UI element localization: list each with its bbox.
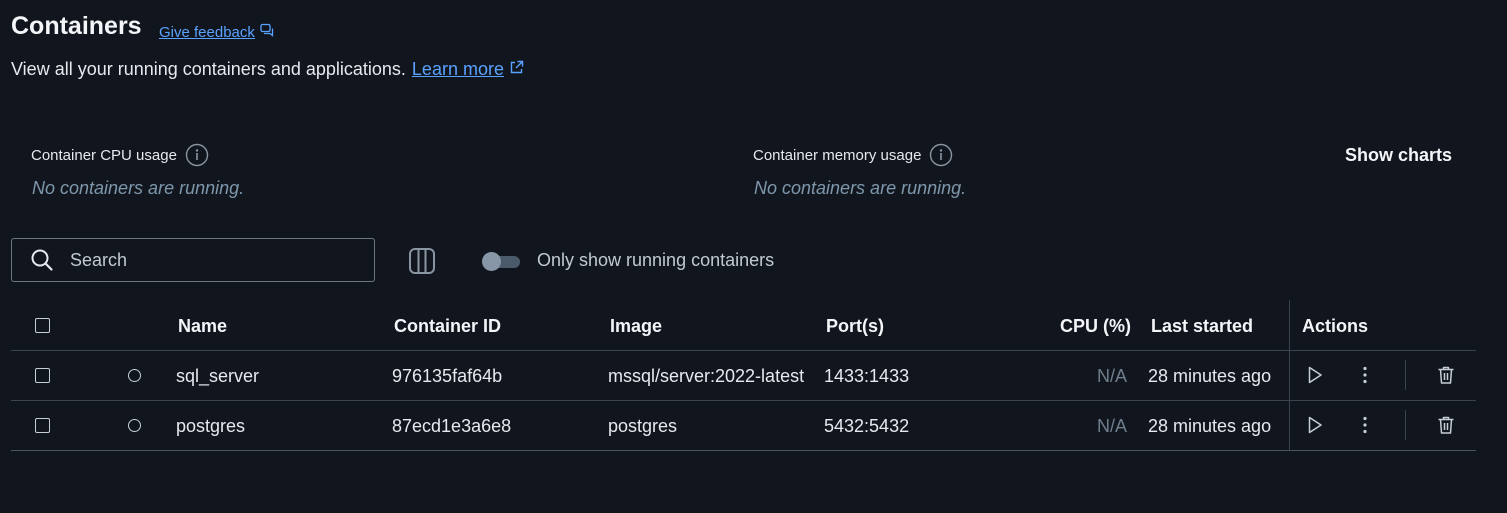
search-icon: [30, 248, 54, 272]
cpu-usage-label: Container CPU usage: [31, 146, 177, 164]
feedback-chat-icon: [260, 23, 274, 41]
container-name-link[interactable]: postgres: [176, 416, 245, 437]
info-icon[interactable]: [185, 143, 209, 167]
play-icon[interactable]: [1305, 415, 1325, 435]
search-box[interactable]: [11, 238, 375, 282]
container-cpu: N/A: [1097, 366, 1128, 386]
more-vertical-icon[interactable]: [1355, 365, 1375, 385]
column-header-container-id[interactable]: Container ID: [394, 316, 501, 337]
column-header-last-started[interactable]: Last started: [1151, 316, 1253, 337]
give-feedback-label: Give feedback: [159, 23, 255, 41]
learn-more-link[interactable]: Learn more: [412, 59, 524, 80]
status-indicator-icon: [128, 369, 141, 382]
column-header-actions: Actions: [1302, 316, 1369, 336]
column-header-ports[interactable]: Port(s): [826, 316, 884, 337]
container-image-link[interactable]: mssql/server:2022-latest: [608, 366, 804, 387]
column-header-cpu[interactable]: CPU (%): [1060, 316, 1131, 337]
cpu-usage-stat: Container CPU usage: [31, 143, 209, 167]
trash-icon[interactable]: [1436, 415, 1456, 435]
action-divider: [1405, 360, 1406, 390]
memory-usage-label: Container memory usage: [753, 146, 922, 164]
container-name-link[interactable]: sql_server: [176, 366, 259, 387]
select-all-checkbox[interactable]: [35, 318, 50, 333]
table-bottom-border: [11, 450, 1476, 451]
memory-usage-stat: Container memory usage: [753, 143, 953, 167]
subtitle-text: View all your running containers and app…: [11, 59, 406, 79]
trash-icon[interactable]: [1436, 365, 1456, 385]
only-running-toggle[interactable]: [482, 251, 520, 271]
container-id[interactable]: 87ecd1e3a6e8: [392, 416, 511, 437]
give-feedback-link[interactable]: Give feedback: [159, 23, 274, 41]
page-subtitle: View all your running containers and app…: [11, 59, 524, 80]
more-vertical-icon[interactable]: [1355, 415, 1375, 435]
container-image-link[interactable]: postgres: [608, 416, 677, 437]
container-id[interactable]: 976135faf64b: [392, 366, 502, 387]
learn-more-label: Learn more: [411, 59, 504, 79]
action-divider: [1405, 410, 1406, 440]
container-last-started: 28 minutes ago: [1148, 366, 1272, 386]
external-link-icon: [509, 59, 524, 80]
row-checkbox[interactable]: [35, 418, 50, 433]
info-icon[interactable]: [929, 143, 953, 167]
only-running-label: Only show running containers: [537, 250, 775, 270]
row-checkbox[interactable]: [35, 368, 50, 383]
container-ports: 5432:5432: [824, 416, 910, 436]
show-charts-button[interactable]: Show charts: [1345, 145, 1452, 166]
memory-usage-empty: No containers are running.: [754, 178, 967, 198]
search-input[interactable]: [68, 248, 352, 272]
columns-icon[interactable]: [408, 247, 436, 275]
play-icon[interactable]: [1305, 365, 1325, 385]
container-cpu: N/A: [1097, 416, 1128, 436]
status-indicator-icon: [128, 419, 141, 432]
column-header-image[interactable]: Image: [610, 316, 662, 337]
cpu-usage-empty: No containers are running.: [32, 178, 245, 198]
column-header-name[interactable]: Name: [178, 316, 227, 337]
container-ports: 1433:1433: [824, 366, 910, 386]
page-title: Containers: [11, 12, 142, 40]
toggle-knob: [482, 252, 501, 271]
actions-column-divider: [1289, 300, 1290, 451]
container-last-started: 28 minutes ago: [1148, 416, 1272, 436]
